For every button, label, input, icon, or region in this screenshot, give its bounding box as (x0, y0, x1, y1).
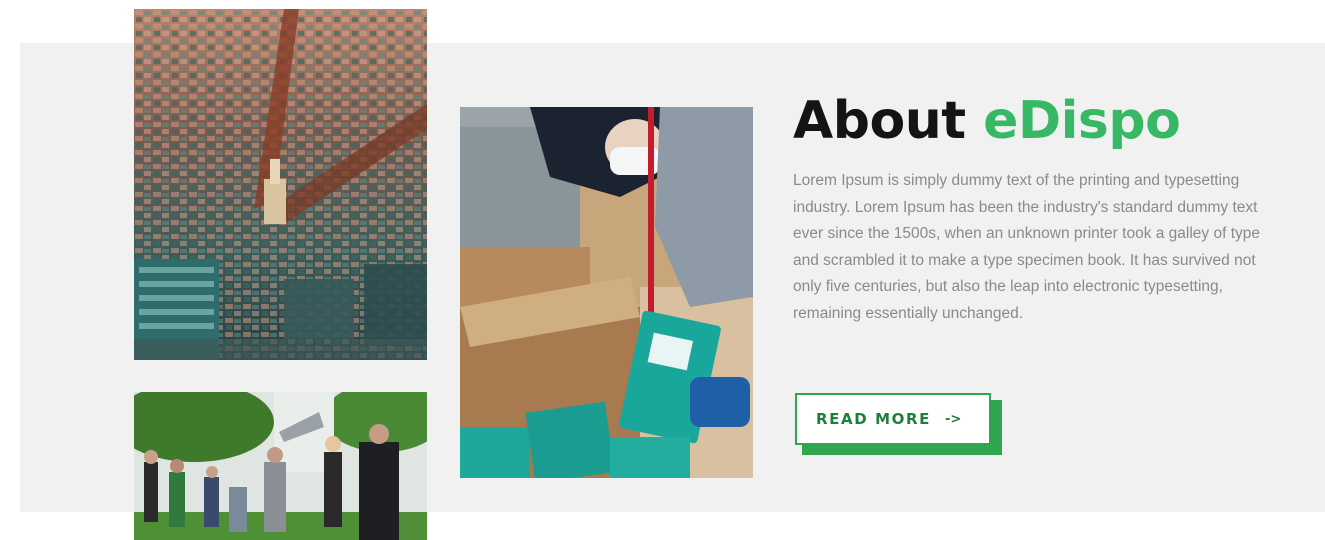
about-description: Lorem Ipsum is simply dummy text of the … (793, 172, 1261, 322)
city-aerial-illustration (134, 9, 427, 360)
about-section: About eDispo Lorem Ipsum is simply dummy… (0, 0, 1325, 540)
crowd-outdoor-photo (134, 392, 427, 540)
read-more-button[interactable]: READ MORE -> (795, 393, 991, 445)
city-aerial-photo (134, 9, 427, 360)
packing-boxes-illustration (460, 107, 753, 478)
about-title-prefix: About (793, 91, 984, 151)
packing-boxes-photo (460, 107, 753, 478)
about-title-brand: eDispo (983, 91, 1181, 151)
about-title: About eDispo (793, 88, 1293, 154)
arrow-right-icon: -> (944, 411, 962, 427)
read-more-button-wrapper: READ MORE -> (795, 393, 1003, 455)
crowd-outdoor-illustration (134, 392, 427, 540)
read-more-label: READ MORE (816, 410, 931, 428)
about-content: About eDispo Lorem Ipsum is simply dummy… (793, 88, 1293, 327)
